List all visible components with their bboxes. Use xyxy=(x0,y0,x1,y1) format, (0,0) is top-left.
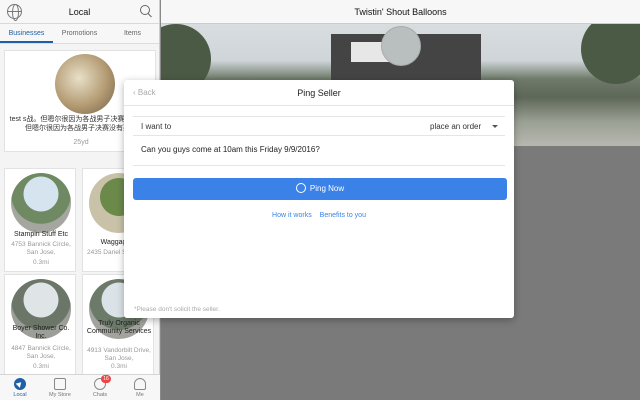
business-distance: 0.3mi xyxy=(33,259,49,266)
sidebar-title: Local xyxy=(68,7,91,17)
intent-value: place an order xyxy=(430,122,482,131)
benefits-link[interactable]: Benefits to you xyxy=(320,212,366,219)
intent-select[interactable]: I want to place an order xyxy=(133,116,505,136)
store-icon xyxy=(54,378,66,390)
ping-now-label: Ping Now xyxy=(309,184,345,193)
search-icon[interactable] xyxy=(140,5,152,17)
business-card[interactable]: Stampin Stuff Etc 4753 Bannick Circle, S… xyxy=(4,168,76,272)
business-distance: 0.3mi xyxy=(111,363,127,370)
ping-icon xyxy=(295,183,306,193)
business-card[interactable]: Boyer Shower Co. Inc. 4847 Bannick Circl… xyxy=(4,274,76,378)
tree-shape xyxy=(581,24,640,84)
intent-label: I want to xyxy=(141,122,172,131)
nav-label: My Store xyxy=(48,392,71,398)
info-links: How it works Benefits to you xyxy=(124,212,514,219)
chevron-down-icon xyxy=(492,125,498,128)
dialog-title: Ping Seller xyxy=(297,88,341,98)
nav-label: Chats xyxy=(92,392,108,398)
business-name: Truly Organic Community Services xyxy=(86,320,152,335)
globe-icon[interactable] xyxy=(7,4,22,21)
nav-label: Local xyxy=(13,392,27,398)
tab-items[interactable]: Items xyxy=(106,24,159,43)
business-name: Stampin Stuff Etc xyxy=(14,231,68,238)
disclaimer-note: *Please don't solicit the seller. xyxy=(134,306,220,313)
business-distance: 0.3mi xyxy=(33,363,49,370)
back-button[interactable]: ‹ Back xyxy=(133,80,156,106)
tab-businesses[interactable]: Businesses xyxy=(0,24,53,43)
tab-promotions[interactable]: Promotions xyxy=(53,24,106,43)
bottom-nav: Local My Store 16 Chats Me xyxy=(0,374,160,400)
nav-my-store[interactable]: My Store xyxy=(40,375,80,400)
nav-chats[interactable]: 16 Chats xyxy=(80,375,120,400)
message-input[interactable]: Can you guys come at 10am this Friday 9/… xyxy=(133,138,505,166)
sidebar-tabs: Businesses Promotions Items xyxy=(0,24,159,44)
business-name: Boyer Shower Co. Inc. xyxy=(12,325,70,340)
business-address: 4913 Vandorbilt Drive, San Jose, xyxy=(87,347,151,362)
ping-seller-dialog: ‹ Back Ping Seller I want to place an or… xyxy=(124,80,514,318)
back-label: Back xyxy=(137,88,156,97)
sidebar-header: Local xyxy=(0,0,159,24)
chat-badge: 16 xyxy=(101,375,111,383)
how-it-works-link[interactable]: How it works xyxy=(272,212,312,219)
nav-me[interactable]: Me xyxy=(120,375,160,400)
ping-now-button[interactable]: Ping Now xyxy=(133,178,507,200)
featured-avatar xyxy=(55,54,115,114)
compass-icon xyxy=(14,378,26,390)
business-address: 4847 Bannick Circle, San Jose, xyxy=(11,345,71,360)
business-address: 4753 Bannick Circle, San Jose, xyxy=(11,241,71,256)
page-title: Twistin' Shout Balloons xyxy=(161,0,640,24)
business-photo xyxy=(11,173,71,233)
nav-label: Me xyxy=(136,392,144,398)
dialog-header: ‹ Back Ping Seller xyxy=(124,80,514,106)
business-avatar xyxy=(381,26,421,66)
person-icon xyxy=(134,378,146,390)
nav-local[interactable]: Local xyxy=(0,375,40,400)
